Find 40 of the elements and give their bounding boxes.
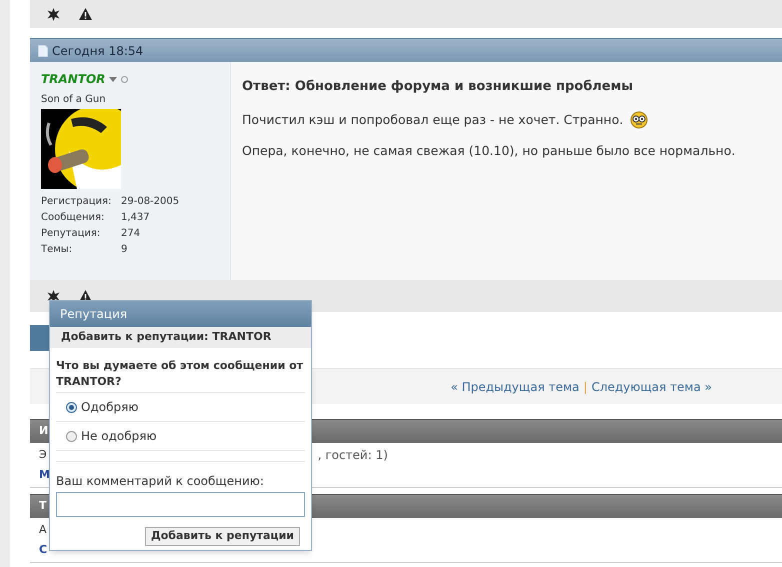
caret-icon[interactable]: [109, 76, 118, 82]
post-text: Опера, конечно, не самая свежая (10.10), но раньше было все нормально.: [242, 142, 736, 160]
stat-label: Регистрация:: [41, 195, 112, 209]
option-label: Одобряю: [81, 399, 138, 416]
stat-value: 9: [121, 243, 128, 257]
stat-value: 274: [121, 227, 140, 241]
comment-field[interactable]: [56, 492, 305, 517]
warning-icon[interactable]: [79, 8, 92, 20]
member-link[interactable]: М: [39, 466, 50, 484]
user-title: Son of a Gun: [41, 93, 107, 107]
section-title: Т: [39, 498, 47, 514]
section-text: Э: [39, 446, 47, 463]
username-link[interactable]: TRANTOR: [41, 70, 106, 88]
option-label: Не одобряю: [81, 428, 157, 445]
popup-subtitle: Добавить к репутации: TRANTOR: [61, 329, 272, 346]
stat-value: 1,437: [121, 211, 150, 225]
previous-thread-link[interactable]: « Предыдущая тема: [450, 378, 580, 396]
document-icon: [38, 44, 48, 56]
post-date: Сегодня 18:54: [52, 42, 144, 60]
star-icon[interactable]: [47, 8, 60, 20]
link-separator: |: [583, 378, 588, 396]
post-title: Ответ: Обновление форума и возникшие проблемы: [242, 78, 634, 96]
radio-button[interactable]: [66, 402, 77, 412]
post-text: Почистил кэш и попробовал еще раз - не хочет. Странно.: [242, 110, 624, 129]
section-text: , гостей: 1): [318, 447, 388, 464]
stat-value: 29-08-2005: [121, 195, 180, 209]
next-thread-link[interactable]: Следующая тема »: [591, 378, 712, 396]
smiley-icon: [629, 110, 650, 129]
section-text: А: [39, 522, 47, 538]
stat-label: Темы:: [41, 243, 74, 257]
question-text: Что вы думаете об этом сообщении от TRANTOR?: [56, 358, 305, 393]
add-reputation-button[interactable]: Добавить к репутации: [144, 527, 300, 546]
stat-label: Сообщения:: [41, 211, 106, 225]
stat-label: Репутация:: [41, 227, 102, 241]
star-icon[interactable]: [47, 290, 60, 302]
member-link[interactable]: С: [39, 542, 48, 558]
comment-label: Ваш комментарий к сообщению:: [56, 461, 305, 490]
section-title: И: [39, 423, 48, 440]
radio-button[interactable]: [66, 430, 77, 442]
popup-title: Репутация: [60, 306, 128, 323]
